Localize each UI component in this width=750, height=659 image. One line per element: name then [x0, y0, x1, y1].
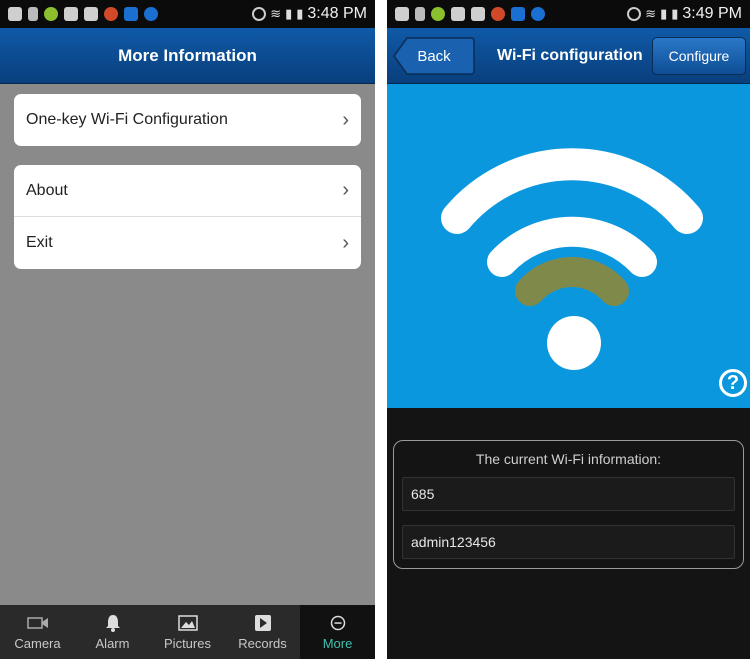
app-icon-2: [531, 7, 545, 21]
app-icon: [124, 7, 138, 21]
records-icon: [254, 614, 272, 632]
menu-group-app: About › Exit ›: [14, 165, 361, 269]
chevron-right-icon: ›: [342, 231, 349, 254]
tab-records[interactable]: Records: [225, 605, 300, 659]
status-bar: ≋ ▮ ▮ 3:48 PM: [0, 0, 375, 28]
tab-label: Camera: [14, 635, 61, 651]
app-icon: [511, 7, 525, 21]
chevron-right-icon: ›: [342, 108, 349, 131]
back-button-label: Back: [417, 47, 451, 65]
battery-icon: ▮: [671, 6, 679, 21]
app-notification-icon: [431, 7, 445, 21]
app-notification-icon: [44, 7, 58, 21]
wifi-illustration-panel: ?: [387, 84, 750, 408]
more-icon: [330, 614, 346, 632]
help-button[interactable]: ?: [719, 369, 747, 397]
camera-icon: [26, 614, 49, 632]
status-time: 3:49 PM: [682, 5, 742, 22]
image-notification-icon: [84, 7, 98, 21]
current-wifi-info-box: The current Wi-Fi information: 685 admin…: [393, 440, 744, 569]
menu-item-label: About: [26, 181, 68, 199]
alarm-clock-icon: [627, 7, 642, 21]
missed-call-icon: [64, 7, 78, 21]
wifi-status-icon: ≋: [645, 6, 657, 21]
more-information-screen: ≋ ▮ ▮ 3:48 PM More Information One-key W…: [0, 0, 375, 659]
status-bar: ≋ ▮ ▮ 3:49 PM: [387, 0, 750, 28]
tab-alarm[interactable]: Alarm: [75, 605, 150, 659]
browser-icon: [491, 7, 505, 21]
bell-icon: [105, 614, 121, 632]
wifi-configuration-screen: ≋ ▮ ▮ 3:49 PM Back Wi-Fi configuration C…: [387, 0, 750, 659]
tab-label: Alarm: [95, 635, 130, 651]
configure-button[interactable]: Configure: [652, 37, 746, 75]
password-field[interactable]: admin123456: [402, 525, 735, 559]
back-button[interactable]: Back: [393, 37, 475, 75]
wifi-signal-icon: [441, 148, 703, 370]
notification-add-icon: [395, 7, 409, 21]
browser-icon: [104, 7, 118, 21]
tab-more[interactable]: More: [300, 605, 375, 659]
bottom-tab-bar: Camera Alarm Pictures Records More: [0, 605, 375, 659]
menu-item-exit[interactable]: Exit ›: [14, 217, 361, 269]
title-bar: More Information: [0, 28, 375, 84]
app-icon-2: [144, 7, 158, 21]
ssid-field[interactable]: 685: [402, 477, 735, 511]
usb-icon: [415, 7, 425, 21]
signal-icon: ▮: [660, 6, 668, 21]
current-wifi-label: The current Wi-Fi information:: [475, 451, 662, 467]
battery-icon: ▮: [296, 6, 304, 21]
menu-item-label: Exit: [26, 234, 53, 251]
signal-icon: ▮: [285, 6, 293, 21]
usb-icon: [28, 7, 38, 21]
tab-label: Pictures: [164, 635, 211, 651]
page-title: More Information: [118, 45, 257, 65]
tab-pictures[interactable]: Pictures: [150, 605, 225, 659]
picture-icon: [177, 614, 198, 632]
menu-item-one-key-wifi[interactable]: One-key Wi-Fi Configuration ›: [14, 94, 361, 146]
tab-label: Records: [238, 635, 287, 651]
menu-item-about[interactable]: About ›: [14, 165, 361, 217]
page-title: Wi-Fi configuration: [497, 47, 643, 64]
wifi-status-icon: ≋: [270, 6, 282, 21]
status-time: 3:48 PM: [307, 5, 367, 22]
notification-add-icon: [8, 7, 22, 21]
menu-item-label: One-key Wi-Fi Configuration: [26, 111, 228, 128]
alarm-clock-icon: [252, 7, 267, 21]
chevron-right-icon: ›: [342, 179, 349, 201]
missed-call-icon: [451, 7, 465, 21]
tab-label: More: [322, 635, 353, 651]
image-notification-icon: [471, 7, 485, 21]
tab-camera[interactable]: Camera: [0, 605, 75, 659]
menu-group-wifi: One-key Wi-Fi Configuration ›: [14, 94, 361, 146]
